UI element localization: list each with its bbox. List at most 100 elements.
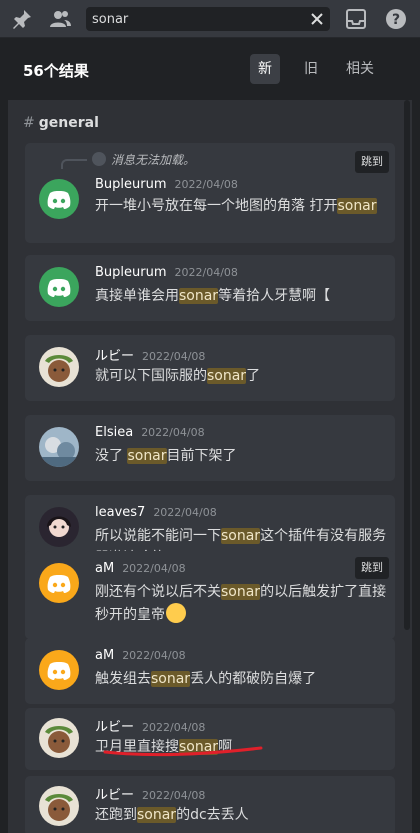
avatar[interactable]	[39, 179, 79, 219]
message-text: 所以说能不能问一下	[95, 528, 221, 544]
message-text: 的dc去丢人	[176, 807, 249, 823]
message-author[interactable]: ルビー 2022/04/08	[95, 716, 205, 735]
message-text: 没了	[95, 448, 128, 464]
author-name[interactable]: Elsiea	[95, 425, 133, 440]
message-author[interactable]: Bupleurum 2022/04/08	[95, 265, 238, 280]
members-icon[interactable]	[48, 7, 72, 31]
clear-search-icon[interactable]	[308, 10, 326, 28]
svg-text:?: ?	[392, 12, 400, 28]
search-result-card[interactable]: 跳到 aM 2022/04/08 刚还有个说以后不关sonar的以后触发扩了直接秒…	[25, 551, 395, 639]
author-name[interactable]: ルビー	[95, 720, 134, 735]
search-highlight: sonar	[151, 671, 191, 687]
anime-avatar-icon	[39, 507, 79, 547]
avatar[interactable]	[39, 347, 79, 387]
message-text: 就可以下国际服的	[95, 368, 207, 384]
anime-avatar-icon	[39, 718, 79, 758]
channel-hash-icon: #	[23, 115, 35, 131]
avatar[interactable]	[39, 267, 79, 307]
avatar[interactable]	[39, 786, 79, 826]
avatar[interactable]	[39, 427, 79, 467]
message-content: 开一堆小号放在每一个地图的角落 打开sonar	[95, 195, 387, 217]
message-timestamp: 2022/04/08	[122, 649, 186, 662]
reply-unavailable-text: 消息无法加载。	[111, 153, 196, 167]
message-text: 触发组去	[95, 671, 151, 687]
message-timestamp: 2022/04/08	[122, 562, 186, 575]
jump-button[interactable]: 跳到	[355, 151, 389, 173]
anime-avatar-icon	[39, 347, 79, 387]
message-content: 触发组去sonar丢人的都破防自爆了	[95, 668, 387, 690]
author-name[interactable]: aM	[95, 561, 114, 576]
author-name[interactable]: Bupleurum	[95, 177, 167, 192]
help-icon[interactable]: ?	[384, 7, 408, 31]
tab-oldest[interactable]: 旧	[296, 54, 326, 84]
search-box[interactable]	[86, 7, 330, 31]
red-underline-annotation	[103, 746, 263, 757]
message-timestamp: 2022/04/08	[174, 178, 238, 191]
author-name[interactable]: ルビー	[95, 349, 134, 364]
tab-relevance[interactable]: 相关	[338, 54, 382, 84]
message-author[interactable]: ルビー 2022/04/08	[95, 345, 205, 364]
jump-button[interactable]: 跳到	[355, 557, 389, 579]
message-author[interactable]: aM 2022/04/08	[95, 648, 186, 663]
photo-avatar-icon	[39, 427, 79, 467]
scrollbar[interactable]	[404, 100, 410, 630]
message-timestamp: 2022/04/08	[142, 350, 206, 363]
avatar[interactable]	[39, 718, 79, 758]
avatar[interactable]	[39, 650, 79, 690]
reply-icon	[92, 152, 106, 166]
message-author[interactable]: aM 2022/04/08	[95, 561, 186, 576]
search-result-card[interactable]: Elsiea 2022/04/08 没了 sonar目前下架了	[25, 415, 395, 481]
message-text: 等着拾人牙慧啊【	[218, 288, 331, 304]
search-result-card[interactable]: ルビー 2022/04/08 还跑到sonar的dc去丢人	[25, 776, 395, 833]
search-result-card[interactable]: Bupleurum 2022/04/08 真接单谁会用sonar等着拾人牙慧啊【	[25, 255, 395, 321]
channel-name: general	[38, 115, 99, 131]
search-highlight: sonar	[207, 368, 247, 384]
search-highlight: sonar	[127, 448, 167, 464]
avatar[interactable]	[39, 507, 79, 547]
search-highlight: sonar	[337, 198, 377, 214]
inbox-icon[interactable]	[344, 7, 368, 31]
message-timestamp: 2022/04/08	[142, 721, 206, 734]
search-result-card[interactable]: aM 2022/04/08 触发组去sonar丢人的都破防自爆了	[25, 638, 395, 704]
message-content: 还跑到sonar的dc去丢人	[95, 804, 387, 826]
pin-icon[interactable]	[10, 7, 34, 31]
discord-logo-icon	[47, 191, 71, 209]
search-highlight: sonar	[221, 528, 261, 544]
channel-heading[interactable]: # general	[23, 115, 99, 131]
message-text: 了	[246, 368, 261, 384]
message-timestamp: 2022/04/08	[141, 426, 205, 439]
author-name[interactable]: leaves7	[95, 505, 145, 520]
message-content: 没了 sonar目前下架了	[95, 445, 387, 467]
message-text: 目前下架了	[166, 448, 237, 464]
avatar[interactable]	[39, 563, 79, 603]
grinning-emoji-icon	[166, 603, 186, 623]
search-highlight: sonar	[221, 584, 261, 600]
tab-newest[interactable]: 新	[250, 54, 280, 84]
search-input[interactable]	[92, 9, 302, 29]
author-name[interactable]: Bupleurum	[95, 265, 167, 280]
message-author[interactable]: Bupleurum 2022/04/08	[95, 177, 238, 192]
search-result-card[interactable]: ルビー 2022/04/08 卫月里直接搜sonar啊	[25, 708, 395, 770]
message-text: 开一堆小号放在每一个地图的角落 打开	[95, 198, 338, 214]
message-timestamp: 2022/04/08	[174, 266, 238, 279]
message-author[interactable]: Elsiea 2022/04/08	[95, 425, 205, 440]
search-result-card[interactable]: 消息无法加载。 跳到 Bupleurum 2022/04/08 开一堆小号放在每一…	[25, 143, 395, 243]
message-timestamp: 2022/04/08	[142, 789, 206, 802]
discord-logo-icon	[47, 575, 71, 593]
author-name[interactable]: aM	[95, 648, 114, 663]
search-highlight: sonar	[137, 807, 177, 823]
search-result-card[interactable]: ルビー 2022/04/08 就可以下国际服的sonar了	[25, 335, 395, 401]
top-toolbar: ?	[0, 0, 420, 38]
search-highlight: sonar	[179, 288, 219, 304]
discord-logo-icon	[47, 662, 71, 680]
author-name[interactable]: ルビー	[95, 788, 134, 803]
reply-connector	[61, 159, 87, 169]
message-text: 真接单谁会用	[95, 288, 179, 304]
message-text: 丢人的都破防自爆了	[190, 671, 317, 687]
message-content: 真接单谁会用sonar等着拾人牙慧啊【	[95, 285, 387, 307]
discord-logo-icon	[47, 279, 71, 297]
message-content: 就可以下国际服的sonar了	[95, 365, 387, 387]
message-author[interactable]: ルビー 2022/04/08	[95, 784, 205, 803]
message-author[interactable]: leaves7 2022/04/08	[95, 505, 217, 520]
anime-avatar-icon	[39, 786, 79, 826]
